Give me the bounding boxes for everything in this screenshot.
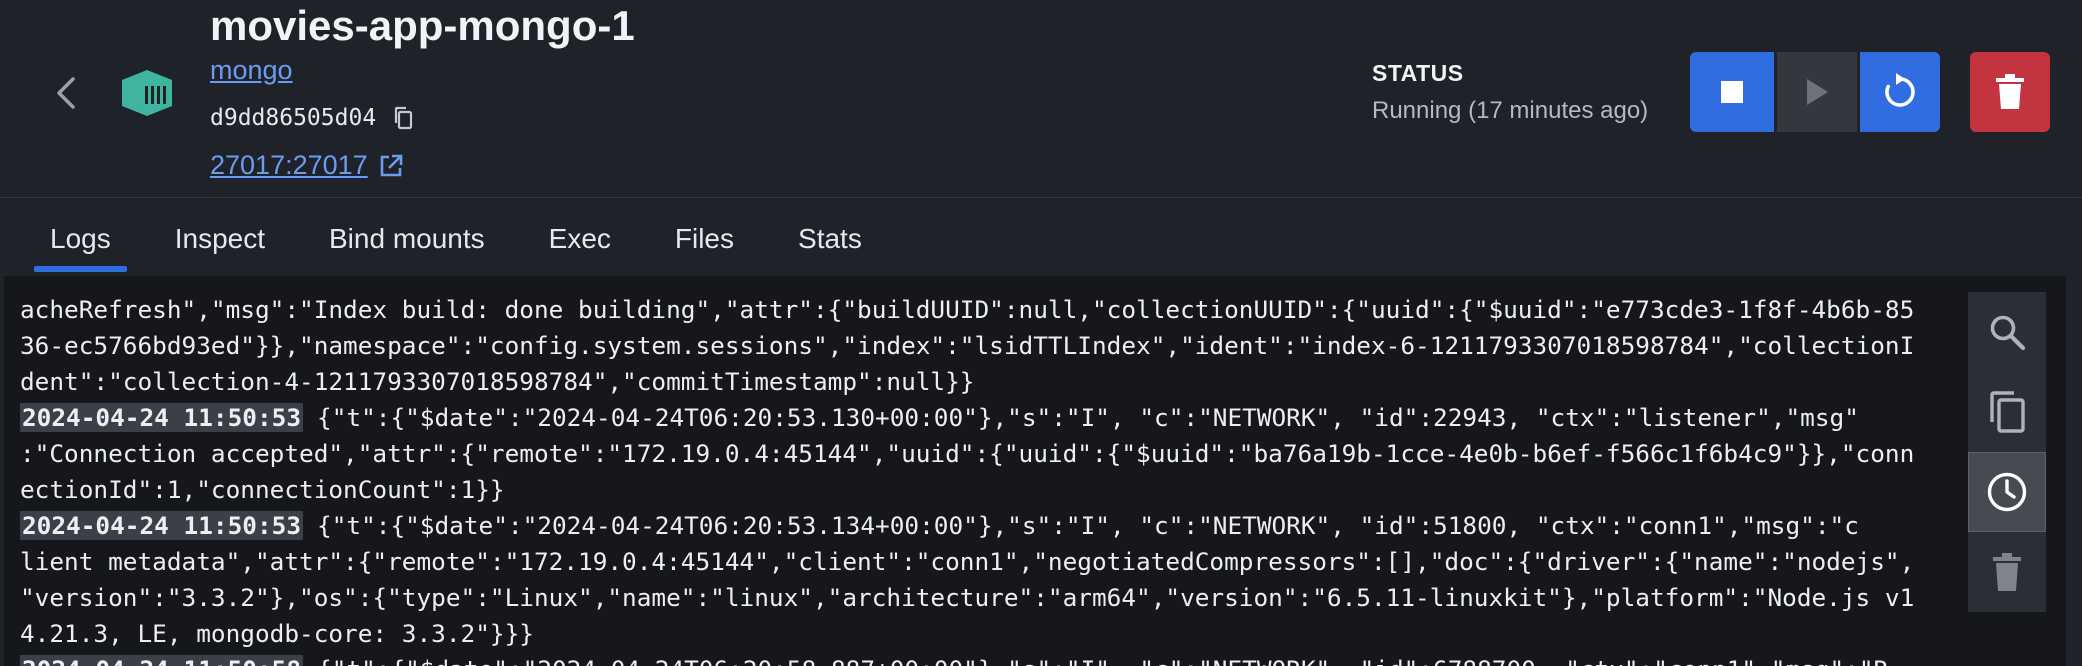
port-link[interactable]: 27017:27017: [210, 150, 404, 181]
trash-icon: [1993, 553, 2021, 591]
log-text: 4.21.3, LE, mongodb-core: 3.3.2"}}}: [20, 619, 534, 648]
log-text: lient metadata","attr":{"remote":"172.19…: [20, 547, 1915, 576]
log-text: 36-ec5766bd93ed"}},"namespace":"config.s…: [20, 331, 1915, 360]
status-block: STATUS Running (17 minutes ago): [1372, 60, 1648, 125]
logs-panel[interactable]: acheRefresh","msg":"Index build: done bu…: [4, 276, 2066, 666]
status-label: STATUS: [1372, 60, 1464, 86]
header-divider: [0, 197, 2082, 198]
log-text: ectionId":1,"connectionCount":1}}: [20, 475, 505, 504]
log-text: "version":"3.3.2"},"os":{"type":"Linux",…: [20, 583, 1915, 612]
container-header: movies-app-mongo-1 mongo d9dd86505d04 27…: [0, 0, 2082, 198]
log-line: ectionId":1,"connectionCount":1}}: [20, 472, 1965, 508]
log-line: 2024-04-24 11:50:58 {"t":{"$date":"2024-0…: [20, 652, 1965, 666]
log-text: acheRefresh","msg":"Index build: done bu…: [20, 295, 1915, 324]
tab-stats[interactable]: Stats: [782, 210, 878, 272]
search-logs-button[interactable]: [1968, 292, 2046, 372]
log-line: acheRefresh","msg":"Index build: done bu…: [20, 292, 1965, 328]
log-text: {"t":{"$date":"2024-04-24T06:20:53.130+0…: [317, 403, 1859, 432]
container-title: movies-app-mongo-1: [210, 2, 635, 49]
stop-icon: [1721, 81, 1743, 103]
log-line: 4.21.3, LE, mongodb-core: 3.3.2"}}}: [20, 616, 1965, 652]
stop-button[interactable]: [1690, 52, 1774, 132]
container-id-row: d9dd86505d04: [210, 104, 416, 132]
log-lines: acheRefresh","msg":"Index build: done bu…: [20, 292, 1965, 666]
search-icon: [1990, 315, 2026, 351]
log-timestamp: 2024-04-24 11:50:53: [20, 511, 304, 540]
log-timestamp: 2024-04-24 11:50:53: [20, 403, 304, 432]
play-icon: [1807, 79, 1828, 105]
external-link-icon: [380, 154, 402, 176]
copy-icon: [395, 106, 413, 130]
copy-logs-button[interactable]: [1968, 372, 2046, 452]
log-line: 36-ec5766bd93ed"}},"namespace":"config.s…: [20, 328, 1965, 364]
log-timestamp: 2024-04-24 11:50:58: [20, 655, 304, 666]
clear-logs-button[interactable]: [1968, 532, 2046, 612]
tab-bind-mounts[interactable]: Bind mounts: [313, 210, 501, 272]
log-line: :"Connection accepted","attr":{"remote":…: [20, 436, 1965, 472]
log-line: lient metadata","attr":{"remote":"172.19…: [20, 544, 1965, 580]
log-line: 2024-04-24 11:50:53 {"t":{"$date":"2024-0…: [20, 508, 1965, 544]
tab-exec[interactable]: Exec: [533, 210, 627, 272]
log-line: dent":"collection-4-1211793307018598784"…: [20, 364, 1965, 400]
tab-inspect[interactable]: Inspect: [159, 210, 281, 272]
tab-bar: Logs Inspect Bind mounts Exec Files Stat…: [34, 210, 910, 272]
log-line: "version":"3.3.2"},"os":{"type":"Linux",…: [20, 580, 1965, 616]
delete-button[interactable]: [1970, 52, 2050, 132]
log-toolbar: [1968, 292, 2046, 612]
container-cube-icon: [120, 68, 174, 118]
copy-id-button[interactable]: [390, 104, 416, 132]
start-button[interactable]: [1774, 52, 1860, 132]
clock-icon: [1987, 472, 2027, 512]
tab-files[interactable]: Files: [659, 210, 750, 272]
log-text: :"Connection accepted","attr":{"remote":…: [20, 439, 1915, 468]
port-mapping[interactable]: 27017:27017: [210, 150, 368, 181]
chevron-left-icon: [57, 77, 75, 109]
restart-button[interactable]: [1860, 52, 1940, 132]
tab-logs[interactable]: Logs: [34, 210, 127, 272]
image-link[interactable]: mongo: [210, 55, 293, 86]
log-text: {"t":{"$date":"2024-04-24T06:20:58.887+0…: [317, 655, 1888, 666]
log-text: {"t":{"$date":"2024-04-24T06:20:53.134+0…: [317, 511, 1859, 540]
back-button[interactable]: [50, 72, 82, 114]
log-line: 2024-04-24 11:50:53 {"t":{"$date":"2024-0…: [20, 400, 1965, 436]
trash-icon: [1996, 74, 2024, 109]
restart-icon: [1885, 73, 1915, 107]
copy-icon: [1990, 391, 2025, 433]
status-text: Running (17 minutes ago): [1372, 97, 1649, 124]
container-id: d9dd86505d04: [210, 105, 377, 131]
timestamps-toggle[interactable]: [1968, 452, 2046, 532]
log-text: dent":"collection-4-1211793307018598784"…: [20, 367, 975, 396]
container-controls: [1690, 52, 1940, 132]
